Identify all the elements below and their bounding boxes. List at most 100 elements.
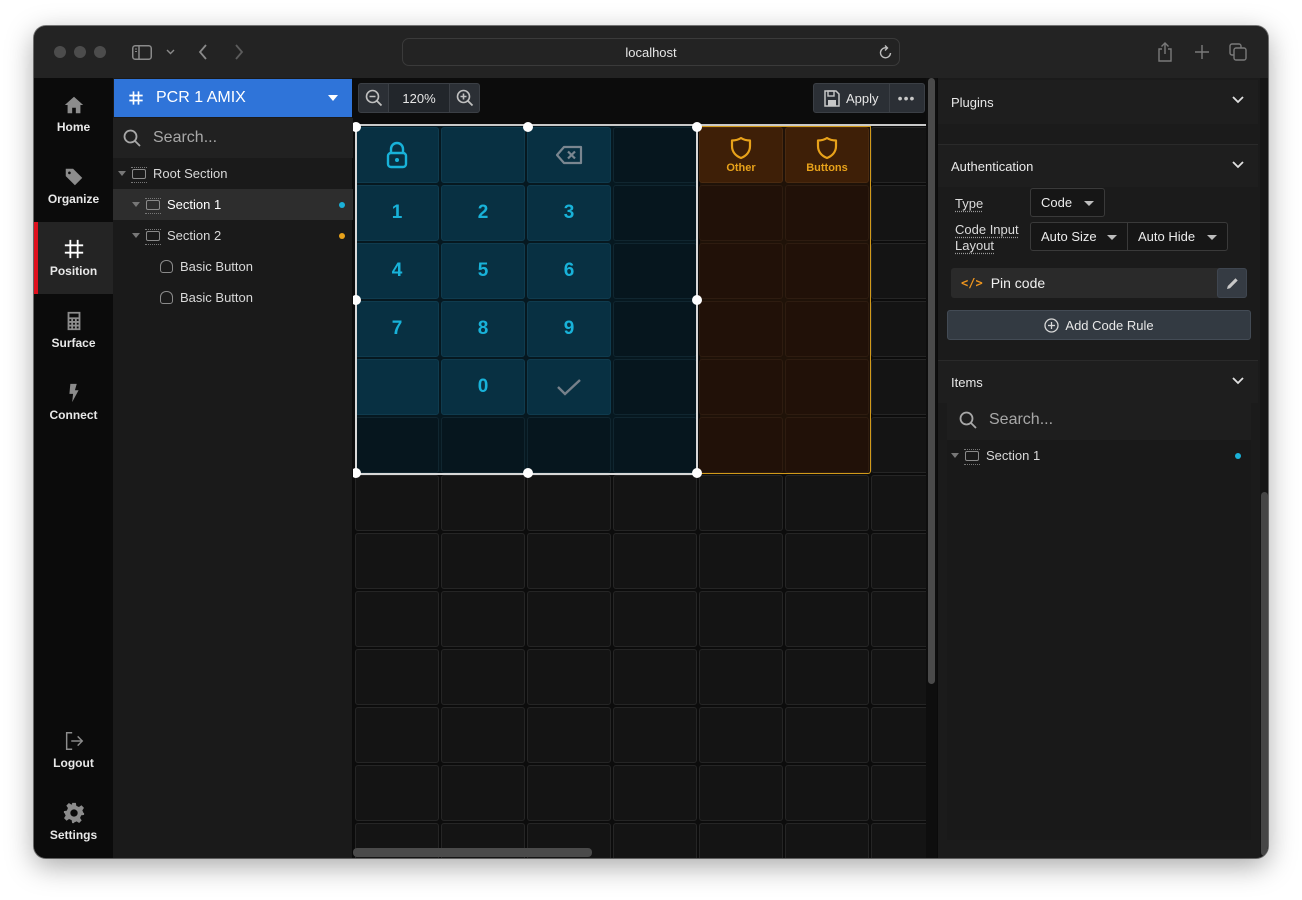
section-2-empty-cell[interactable] bbox=[785, 301, 869, 357]
section-1-empty-cell[interactable] bbox=[613, 417, 697, 473]
grid-cell[interactable] bbox=[613, 707, 697, 763]
grid-cell[interactable] bbox=[527, 591, 611, 647]
panel-vertical-scrollbar[interactable] bbox=[1260, 78, 1268, 858]
section-2-empty-cell[interactable] bbox=[785, 185, 869, 241]
tab-overview-icon[interactable] bbox=[1229, 41, 1247, 63]
zoom-window-button[interactable] bbox=[94, 46, 106, 58]
grid-cell[interactable] bbox=[871, 301, 926, 357]
chevron-down-icon[interactable] bbox=[164, 41, 176, 63]
expand-triangle-icon[interactable] bbox=[951, 453, 959, 458]
more-options-button[interactable]: ••• bbox=[890, 84, 924, 112]
grid-cell[interactable] bbox=[441, 707, 525, 763]
keypad-button[interactable]: 2 bbox=[441, 185, 525, 241]
section-1-empty-cell[interactable] bbox=[613, 359, 697, 415]
authentication-section-header[interactable]: Authentication bbox=[938, 145, 1258, 187]
grid-cell[interactable] bbox=[871, 707, 926, 763]
grid-cell[interactable] bbox=[785, 707, 869, 763]
grid-cell[interactable] bbox=[355, 707, 439, 763]
keypad-button[interactable]: 8 bbox=[441, 301, 525, 357]
keypad-button[interactable] bbox=[355, 127, 439, 183]
keypad-button[interactable]: 4 bbox=[355, 243, 439, 299]
address-bar[interactable]: localhost bbox=[402, 38, 900, 66]
nav-item-position[interactable]: Position bbox=[34, 222, 113, 294]
items-search-input[interactable]: Search... bbox=[947, 400, 1251, 440]
resize-handle[interactable] bbox=[523, 468, 533, 478]
grid-cell[interactable] bbox=[355, 533, 439, 589]
panel-scroll-thumb[interactable] bbox=[1261, 492, 1268, 856]
grid-cell[interactable] bbox=[355, 475, 439, 531]
grid-cell[interactable] bbox=[699, 533, 783, 589]
section-2-empty-cell[interactable] bbox=[785, 243, 869, 299]
keypad-button[interactable] bbox=[527, 359, 611, 415]
grid-cell[interactable] bbox=[871, 243, 926, 299]
grid-cell[interactable] bbox=[441, 765, 525, 821]
add-code-rule-button[interactable]: Add Code Rule bbox=[947, 310, 1251, 340]
apply-button[interactable]: Apply bbox=[814, 84, 890, 112]
section-1-empty-cell[interactable] bbox=[613, 185, 697, 241]
tree-row-section-1[interactable]: Section 1 bbox=[113, 189, 353, 220]
nav-item-home[interactable]: Home bbox=[34, 78, 113, 150]
layout-canvas[interactable]: 120% Apply ••• Other Buttons 1 2 3 4 5 6 7 8 9 0 bbox=[353, 78, 926, 858]
resize-handle[interactable] bbox=[523, 122, 533, 132]
section-2-empty-cell[interactable] bbox=[785, 359, 869, 415]
tree-row-basic-button[interactable]: Basic Button bbox=[113, 251, 353, 282]
grid-cell[interactable] bbox=[699, 765, 783, 821]
grid-cell[interactable] bbox=[527, 649, 611, 705]
grid-cell[interactable] bbox=[613, 475, 697, 531]
nav-item-surface[interactable]: Surface bbox=[34, 294, 113, 366]
layout-size-select[interactable]: Auto Size bbox=[1030, 222, 1128, 251]
nav-item-organize[interactable]: Organize bbox=[34, 150, 113, 222]
section-2-empty-cell[interactable] bbox=[699, 243, 783, 299]
section-1-empty-cell[interactable] bbox=[613, 127, 697, 183]
items-section-header[interactable]: Items bbox=[938, 361, 1258, 403]
keypad-button[interactable]: 6 bbox=[527, 243, 611, 299]
resize-handle[interactable] bbox=[692, 295, 702, 305]
reload-icon[interactable] bbox=[879, 44, 893, 63]
grid-cell[interactable] bbox=[871, 533, 926, 589]
canvas-vertical-scrollbar[interactable] bbox=[926, 78, 937, 858]
grid-cell[interactable] bbox=[699, 475, 783, 531]
new-tab-icon[interactable] bbox=[1193, 41, 1211, 63]
keypad-button[interactable]: 5 bbox=[441, 243, 525, 299]
grid-cell[interactable] bbox=[527, 475, 611, 531]
grid-cell[interactable] bbox=[613, 649, 697, 705]
close-window-button[interactable] bbox=[54, 46, 66, 58]
section-1-empty-cell[interactable] bbox=[527, 417, 611, 473]
nav-item-settings[interactable]: Settings bbox=[34, 786, 113, 858]
section-2-button-other[interactable]: Other bbox=[699, 127, 783, 183]
back-icon[interactable] bbox=[196, 41, 210, 63]
expand-triangle-icon[interactable] bbox=[132, 233, 140, 238]
grid-cell[interactable] bbox=[613, 533, 697, 589]
vertical-scroll-thumb[interactable] bbox=[928, 78, 935, 684]
grid-cell[interactable] bbox=[785, 591, 869, 647]
section-1-empty-cell[interactable] bbox=[441, 417, 525, 473]
forward-icon[interactable] bbox=[232, 41, 246, 63]
grid-cell[interactable] bbox=[441, 591, 525, 647]
grid-cell[interactable] bbox=[527, 707, 611, 763]
section-2-empty-cell[interactable] bbox=[785, 417, 869, 473]
keypad-button[interactable]: 9 bbox=[527, 301, 611, 357]
grid-cell[interactable] bbox=[871, 417, 926, 473]
share-icon[interactable] bbox=[1156, 41, 1174, 63]
keypad-button[interactable] bbox=[355, 359, 439, 415]
section-2-empty-cell[interactable] bbox=[699, 417, 783, 473]
grid-cell[interactable] bbox=[871, 359, 926, 415]
sidebar-toggle-icon[interactable] bbox=[131, 41, 153, 63]
section-1-empty-cell[interactable] bbox=[355, 417, 439, 473]
grid-cell[interactable] bbox=[699, 823, 783, 858]
grid-cell[interactable] bbox=[871, 185, 926, 241]
grid-cell[interactable] bbox=[871, 127, 926, 183]
grid-cell[interactable] bbox=[785, 475, 869, 531]
grid-cell[interactable] bbox=[871, 591, 926, 647]
tree-row-basic-button[interactable]: Basic Button bbox=[113, 282, 353, 313]
tree-row-root-section[interactable]: Root Section bbox=[113, 158, 353, 189]
grid-cell[interactable] bbox=[355, 765, 439, 821]
grid-cell[interactable] bbox=[871, 823, 926, 858]
zoom-in-button[interactable] bbox=[450, 84, 479, 112]
grid-cell[interactable] bbox=[613, 591, 697, 647]
section-2-button-buttons[interactable]: Buttons bbox=[785, 127, 869, 183]
resize-handle[interactable] bbox=[692, 122, 702, 132]
grid-cell[interactable] bbox=[355, 649, 439, 705]
grid-cell[interactable] bbox=[699, 649, 783, 705]
keypad-button[interactable]: 7 bbox=[355, 301, 439, 357]
